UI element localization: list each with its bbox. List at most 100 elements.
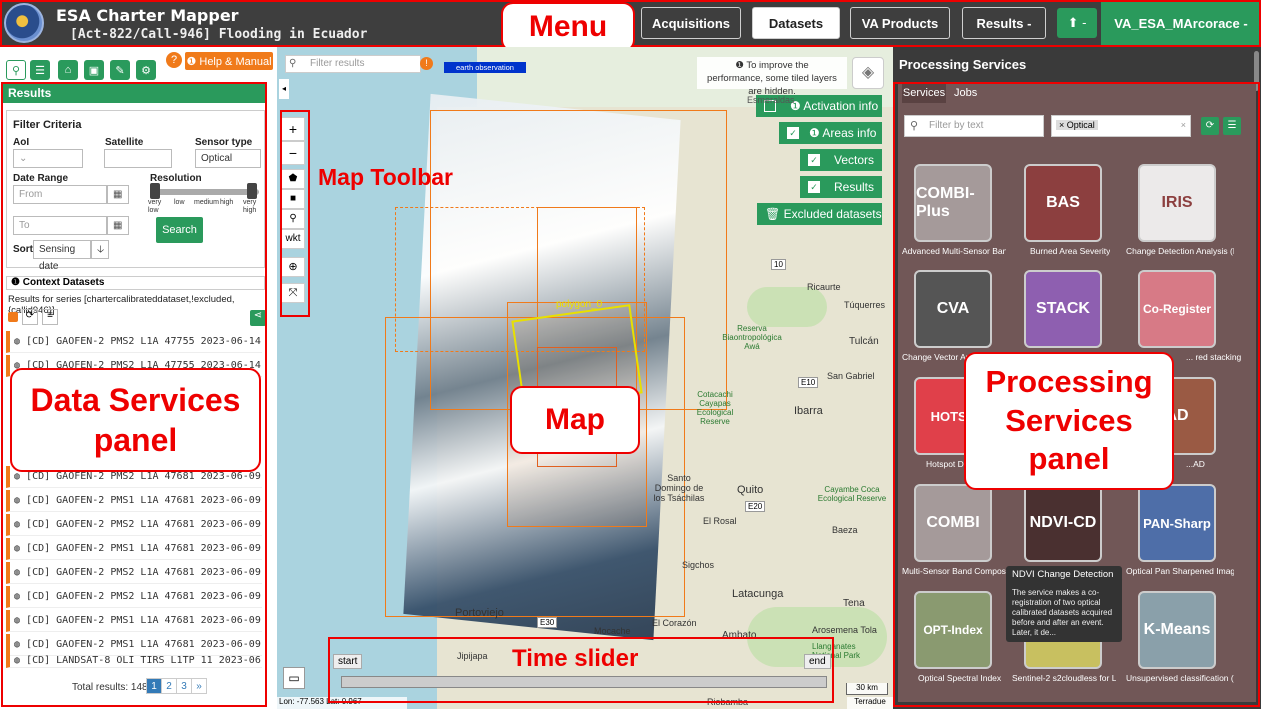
sort-select[interactable]: Sensing date	[33, 240, 91, 272]
layers-icon[interactable]: ◈	[852, 57, 884, 89]
service-filter-input[interactable]: Filter by text	[904, 115, 1044, 137]
eo-tag[interactable]: earth observation	[444, 62, 526, 73]
page-2[interactable]: 2	[161, 678, 177, 694]
resolution-max-handle[interactable]	[247, 183, 257, 199]
screen-icon[interactable]: ▭	[283, 667, 305, 689]
info-icon[interactable]: !	[420, 57, 433, 70]
layer-areas-info[interactable]: ✓ ❶ Areas info	[779, 122, 882, 144]
select-all-checkbox[interactable]	[8, 312, 18, 322]
page-next[interactable]: »	[191, 678, 207, 694]
list-item[interactable]: ◍ [CD] GAOFEN-2 PMS2 L1A 47681 2023-06-0…	[6, 514, 262, 536]
list-item[interactable]: ◍ [CD] GAOFEN-2 PMS2 L1A 47755 2023-06-1…	[6, 331, 262, 353]
menu-icon[interactable]: ≡	[42, 309, 58, 325]
globe-icon: ◍	[14, 639, 27, 650]
nav-va-products[interactable]: VA Products	[850, 7, 950, 39]
calendar-to-icon[interactable]: ▦	[107, 216, 129, 235]
sensor-type-select[interactable]: Optical	[195, 149, 261, 168]
service-iris[interactable]: IRIS	[1138, 164, 1216, 242]
map-view[interactable]: polygon_0 Filter results ⚲ ! earth obser…	[277, 47, 893, 709]
service-label: Optical Pan Sharpened Image ...	[1126, 566, 1234, 576]
wkt-button[interactable]: wkt	[281, 229, 305, 249]
map-layer-icon[interactable]: ⊕	[281, 257, 305, 277]
search-button[interactable]: Search	[156, 217, 203, 243]
refresh-icon[interactable]: ⟳	[22, 309, 38, 325]
nav-datasets[interactable]: Datasets	[752, 7, 840, 39]
reserve-area	[747, 287, 827, 327]
layer-results[interactable]: ✓ Results	[800, 176, 882, 198]
list-item[interactable]: ◍ [CD] LANDSAT-8 OLI TIRS L1TP 11 2023-0…	[6, 654, 262, 668]
zoom-out-button[interactable]: −	[281, 141, 305, 165]
settings-icon[interactable]: ⚙	[136, 60, 156, 80]
draw-polygon-icon[interactable]: ⬟	[281, 169, 305, 189]
sort-direction-icon[interactable]: 🡣	[91, 240, 109, 259]
service-k-means[interactable]: K-Means	[1138, 591, 1216, 669]
service-opt-index[interactable]: OPT-Index	[914, 591, 992, 669]
service-combi[interactable]: COMBI	[914, 484, 992, 562]
satellite-input[interactable]	[104, 149, 172, 168]
to-date-input[interactable]: To	[13, 216, 107, 235]
collapse-left-icon[interactable]: ◂	[279, 79, 289, 99]
from-date-input[interactable]: From	[13, 185, 107, 204]
service-combi-plus[interactable]: COMBI-Plus	[914, 164, 992, 242]
resolution-slider[interactable]	[154, 189, 259, 195]
list-item[interactable]: ◍ [CD] GAOFEN-2 PMS1 L1A 47681 2023-06-0…	[6, 538, 262, 560]
check-icon[interactable]: ✓	[808, 154, 820, 166]
archive-icon[interactable]: ▣	[84, 60, 104, 80]
fullscreen-icon[interactable]: ⤧	[281, 283, 305, 303]
time-range-bar[interactable]	[341, 676, 827, 688]
page-3[interactable]: 3	[176, 678, 192, 694]
tooltip-text: The service makes a co-registration of t…	[1012, 588, 1113, 637]
aoi-select[interactable]: ⌄	[13, 149, 83, 168]
check-icon[interactable]: ✓	[787, 127, 799, 139]
service-co-register[interactable]: Co-Register	[1138, 270, 1216, 348]
help-manual-button[interactable]: ❶ Help & Manual	[185, 52, 273, 70]
page-1[interactable]: 1	[146, 678, 162, 694]
list-item[interactable]: ◍ [CD] GAOFEN-2 PMS2 L1A 47681 2023-06-0…	[6, 562, 262, 584]
refresh-icon[interactable]: ⟳	[1201, 117, 1219, 135]
service-cva[interactable]: CVA	[914, 270, 992, 348]
service-label: ...AD	[1186, 459, 1205, 469]
place-label: Ibarra	[794, 405, 823, 417]
list-view-icon[interactable]: ☰	[30, 60, 50, 80]
tab-jobs[interactable]: Jobs	[954, 84, 984, 103]
service-label: Advanced Multi-Sensor Band C...	[902, 246, 1006, 256]
list-item[interactable]: ◍ [CD] GAOFEN-2 PMS2 L1A 47681 2023-06-0…	[6, 586, 262, 608]
nav-acquisitions[interactable]: Acquisitions	[641, 7, 741, 39]
clear-icon[interactable]: ×	[1181, 120, 1186, 130]
draw-point-icon[interactable]: ⚲	[281, 209, 305, 229]
list-item[interactable]: ◍ [CD] GAOFEN-2 PMS1 L1A 47681 2023-06-0…	[6, 490, 262, 512]
service-bas[interactable]: BAS	[1024, 164, 1102, 242]
tab-services[interactable]: Services	[902, 84, 946, 103]
optical-tag[interactable]: × Optical	[1056, 120, 1098, 130]
help-question-icon[interactable]: ?	[166, 52, 182, 68]
user-menu-button[interactable]: VA_ESA_MArcorace -	[1101, 0, 1261, 47]
resolution-min-handle[interactable]	[150, 183, 160, 199]
list-item[interactable]: ◍ [CD] GAOFEN-2 PMS1 L1A 47681 2023-06-0…	[6, 634, 262, 656]
res-label-very-high: very high	[243, 199, 257, 214]
upload-button[interactable]: ⬆ -	[1057, 8, 1097, 38]
zoom-in-button[interactable]: +	[281, 117, 305, 141]
nav-results[interactable]: Results -	[962, 7, 1046, 39]
place-label: Baeza	[832, 525, 858, 535]
aoi-label: AoI	[13, 137, 30, 148]
service-ndvi-cd[interactable]: NDVI-CD	[1024, 484, 1102, 562]
list-icon[interactable]: ☰	[1223, 117, 1241, 135]
draw-rectangle-icon[interactable]: ■	[281, 189, 305, 209]
layer-vectors[interactable]: ✓ Vectors	[800, 149, 882, 171]
place-label: Ricaurte	[807, 282, 841, 292]
tag-filter[interactable]: × Optical ×	[1051, 115, 1191, 137]
basket-icon[interactable]: ⌂	[58, 60, 78, 80]
edit-icon[interactable]: ✎	[110, 60, 130, 80]
list-item[interactable]: ◍ [CD] GAOFEN-2 PMS1 L1A 47681 2023-06-0…	[6, 610, 262, 632]
sort-label: Sort	[13, 244, 33, 255]
share-icon[interactable]: ⋖	[250, 310, 266, 326]
search-tool-icon[interactable]: ⚲	[6, 60, 26, 80]
layer-excluded-datasets[interactable]: 🗑 Excluded datasets	[757, 203, 882, 225]
attribution: Terradue	[847, 697, 893, 709]
map-filter-input[interactable]: Filter results	[285, 55, 421, 73]
check-icon[interactable]: ✓	[808, 181, 820, 193]
service-pan-sharp[interactable]: PAN-Sharp	[1138, 484, 1216, 562]
service-stack[interactable]: STACK	[1024, 270, 1102, 348]
calendar-from-icon[interactable]: ▦	[107, 185, 129, 204]
app-title: ESA Charter Mapper	[56, 6, 239, 25]
